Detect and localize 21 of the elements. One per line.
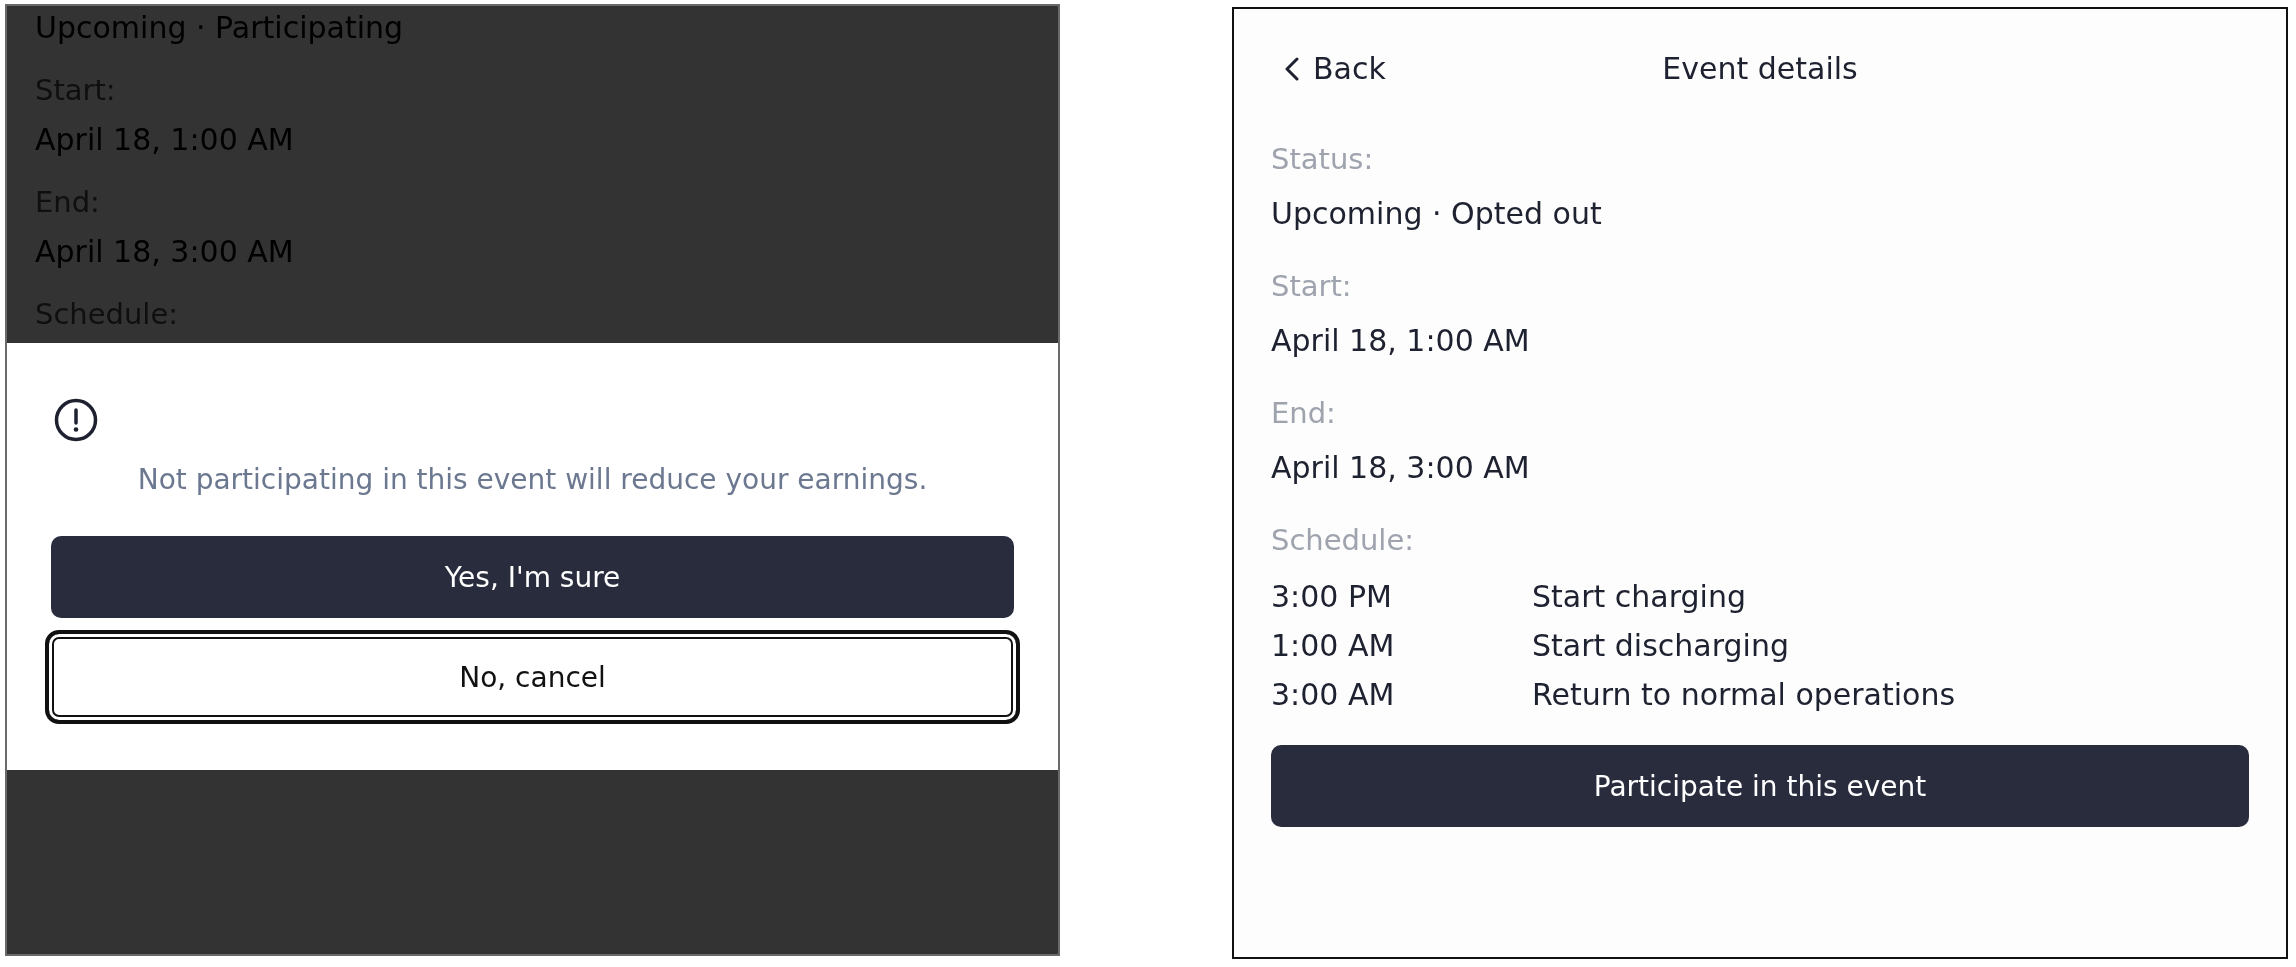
confirm-button[interactable]: Yes, I'm sure [51, 536, 1014, 618]
back-button[interactable]: Back [1271, 51, 1386, 87]
chevron-left-icon [1285, 57, 1299, 81]
cancel-button[interactable]: No, cancel [45, 630, 1020, 724]
field-value: April 18, 3:00 AM [1271, 450, 1530, 485]
participate-button[interactable]: Participate in this event [1271, 745, 2249, 827]
field-label: Start: [1271, 269, 1352, 304]
schedule-time: 3:00 PM [1271, 579, 1392, 614]
screen-title: Event details [1662, 51, 1858, 87]
schedule-label: Schedule: [1271, 523, 1415, 558]
schedule-action: Start discharging [1532, 628, 1789, 663]
exclamation-circle-icon [54, 398, 98, 442]
schedule-action: Start charging [1532, 579, 1746, 614]
field-value: Upcoming · Opted out [1271, 196, 1602, 231]
schedule-time: 3:00 AM [1271, 677, 1395, 712]
field-value: April 18, 1:00 AM [1271, 323, 1530, 358]
schedule-time: 1:00 AM [1271, 628, 1395, 663]
field-label: End: [1271, 396, 1336, 431]
field-label: Status: [1271, 142, 1374, 177]
schedule-action: Return to normal operations [1532, 677, 1956, 712]
dialog-message: Not participating in this event will reduce your earnings. [137, 462, 928, 497]
